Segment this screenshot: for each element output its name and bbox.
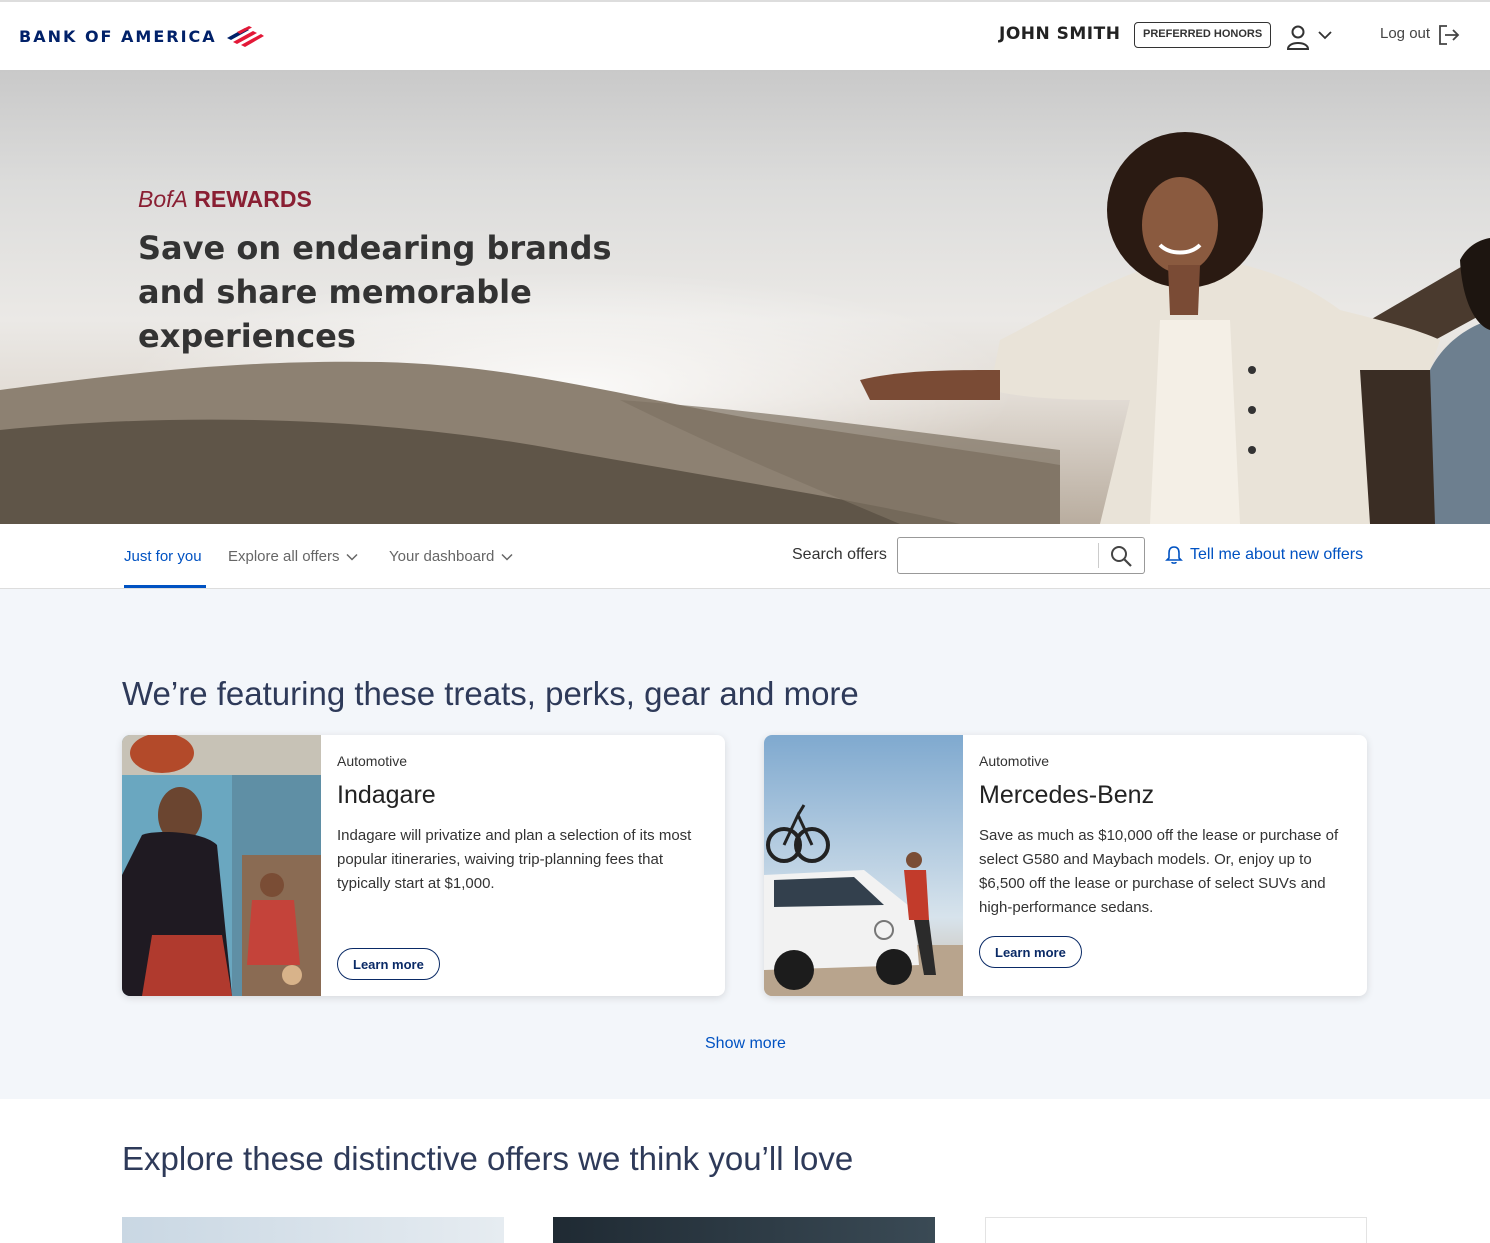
user-name: JOHN SMITH bbox=[999, 24, 1121, 44]
chevron-down-icon bbox=[346, 553, 358, 561]
mercedes-photo bbox=[764, 735, 963, 996]
logout-link[interactable]: Log out bbox=[1380, 25, 1430, 42]
hero-banner: BofA REWARDS Save on endearing brands an… bbox=[0, 70, 1490, 524]
explore-card-preview[interactable] bbox=[553, 1217, 935, 1243]
chevron-down-icon bbox=[501, 553, 513, 561]
tab-explore-all-offers[interactable]: Explore all offers bbox=[228, 548, 358, 565]
active-tab-indicator bbox=[124, 585, 206, 588]
tier-badge: PREFERRED HONORS bbox=[1134, 22, 1272, 48]
featured-section: We’re featuring these treats, perks, gea… bbox=[0, 589, 1490, 1099]
tab-just-for-you[interactable]: Just for you bbox=[124, 548, 202, 565]
alert-link-label: Tell me about new offers bbox=[1190, 546, 1364, 563]
bank-logo[interactable]: BANK OF AMERICA bbox=[19, 24, 265, 48]
hero-title: Save on endearing brands and share memor… bbox=[138, 229, 612, 355]
top-header: BANK OF AMERICA JOHN SMITH PREFERRED HON… bbox=[0, 0, 1490, 70]
featured-title: We’re featuring these treats, perks, gea… bbox=[122, 675, 859, 712]
card-description: Indagare will privatize and plan a selec… bbox=[337, 827, 692, 892]
tab-label: Just for you bbox=[124, 548, 202, 565]
offer-card-mercedes-benz[interactable]: Automotive Mercedes-Benz Save as much as… bbox=[764, 735, 1367, 996]
eyebrow-program: REWARDS bbox=[194, 186, 312, 212]
search-input[interactable] bbox=[902, 541, 1092, 569]
tab-your-dashboard[interactable]: Your dashboard bbox=[389, 548, 513, 565]
search-icon[interactable] bbox=[1109, 544, 1133, 568]
profile-icon[interactable] bbox=[1286, 24, 1310, 50]
card-category: Automotive bbox=[979, 753, 1050, 769]
explore-card-preview[interactable] bbox=[122, 1217, 504, 1243]
indagare-photo bbox=[122, 735, 321, 996]
tab-label: Your dashboard bbox=[389, 548, 495, 565]
learn-more-button[interactable]: Learn more bbox=[337, 948, 440, 980]
flag-logo-icon bbox=[226, 26, 264, 47]
learn-more-button[interactable]: Learn more bbox=[979, 936, 1082, 968]
offers-nav: Just for you Explore all offers Your das… bbox=[0, 524, 1490, 589]
offer-card-indagare[interactable]: Automotive Indagare Indagare will privat… bbox=[122, 735, 725, 996]
hero-eyebrow: BofA REWARDS bbox=[138, 186, 312, 213]
search-divider bbox=[1098, 543, 1099, 568]
search-label: Search offers bbox=[792, 546, 887, 563]
eyebrow-brand: BofA bbox=[138, 186, 188, 212]
bell-icon bbox=[1165, 546, 1183, 564]
card-description: Save as much as $10,000 off the lease or… bbox=[979, 827, 1339, 916]
search-box bbox=[897, 537, 1145, 574]
explore-card-preview[interactable] bbox=[985, 1217, 1367, 1243]
new-offers-alert-link[interactable]: Tell me about new offers bbox=[1165, 545, 1363, 565]
explore-title: Explore these distinctive offers we thin… bbox=[122, 1140, 854, 1177]
logout-icon[interactable] bbox=[1438, 25, 1460, 45]
show-more-link[interactable]: Show more bbox=[705, 1035, 786, 1053]
card-title: Mercedes-Benz bbox=[979, 781, 1155, 809]
chevron-down-icon[interactable] bbox=[1318, 30, 1332, 40]
card-title: Indagare bbox=[337, 781, 436, 809]
card-category: Automotive bbox=[337, 753, 408, 769]
card-body: Automotive Indagare Indagare will privat… bbox=[337, 753, 707, 896]
tab-label: Explore all offers bbox=[228, 548, 340, 565]
logo-text: BANK OF AMERICA bbox=[19, 26, 217, 46]
card-body: Automotive Mercedes-Benz Save as much as… bbox=[979, 753, 1349, 920]
